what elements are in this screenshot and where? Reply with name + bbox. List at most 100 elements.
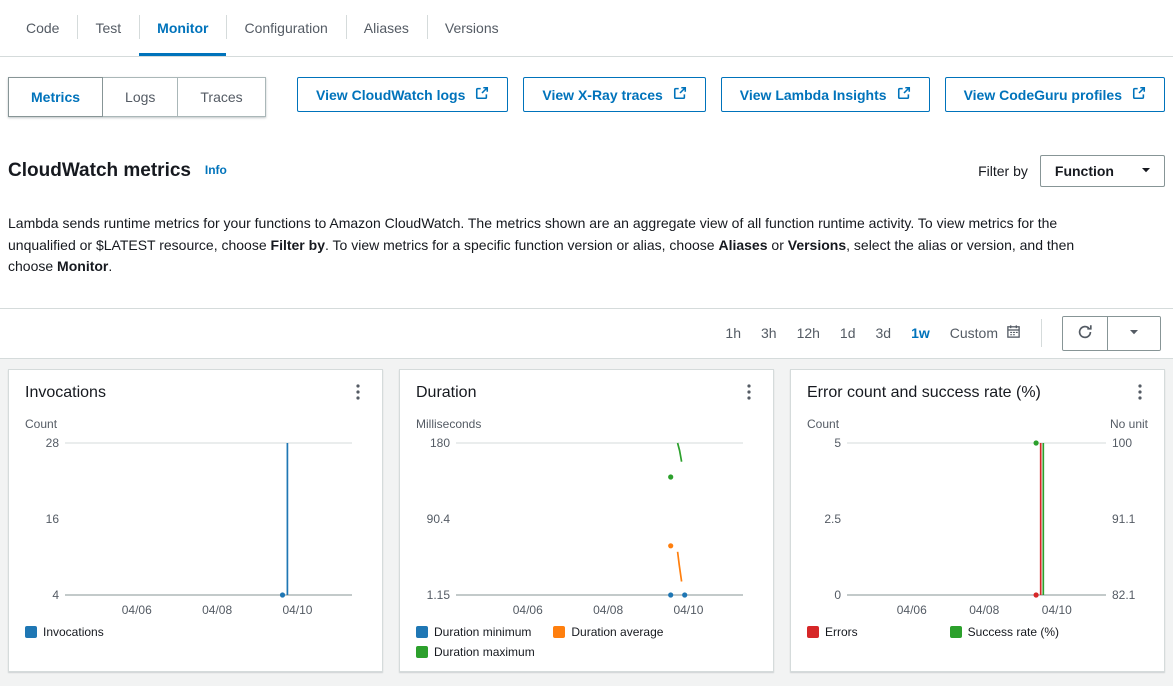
tab-versions[interactable]: Versions <box>427 0 517 56</box>
monitor-toolbar: Metrics Logs Traces View CloudWatch logs… <box>0 57 1173 141</box>
chart-svg: 18090.41.1504/0604/0804/10 <box>416 433 757 621</box>
chevron-down-icon <box>1140 163 1152 179</box>
tab-configuration[interactable]: Configuration <box>226 0 345 56</box>
duration-chart-card: Duration Milliseconds 18090.41.1504/0604… <box>399 369 774 672</box>
external-view-buttons: View CloudWatch logs View X-Ray traces V… <box>297 77 1165 112</box>
custom-range-button[interactable]: Custom <box>950 324 1021 342</box>
refresh-options-dropdown[interactable] <box>1107 317 1160 350</box>
tab-monitor[interactable]: Monitor <box>139 0 226 56</box>
vertical-ellipsis-icon <box>356 388 360 403</box>
legend-label: Invocations <box>43 625 104 639</box>
subtab-metrics[interactable]: Metrics <box>8 77 103 117</box>
cloudwatch-metrics-header: CloudWatch metrics Info Filter by Functi… <box>0 141 1173 189</box>
svg-text:04/10: 04/10 <box>1042 603 1072 617</box>
calendar-icon <box>1006 324 1021 342</box>
svg-text:180: 180 <box>430 436 450 450</box>
legend-label: Duration average <box>571 625 663 639</box>
y-axis-unit-label: Milliseconds <box>416 417 481 431</box>
chart-legend: Invocations <box>25 625 366 639</box>
legend-item: Duration minimum <box>416 625 531 639</box>
filter-value: Function <box>1055 163 1114 179</box>
y-axis-unit-label-right: No unit <box>1110 417 1148 431</box>
svg-text:04/10: 04/10 <box>673 603 703 617</box>
subtab-logs[interactable]: Logs <box>102 77 178 117</box>
refresh-icon <box>1077 324 1093 343</box>
function-filter-dropdown[interactable]: Function <box>1040 155 1165 187</box>
description-bold: Aliases <box>718 237 767 253</box>
card-menu-button[interactable] <box>350 382 366 405</box>
svg-text:04/08: 04/08 <box>969 603 999 617</box>
view-codeguru-profiles-button[interactable]: View CodeGuru profiles <box>945 77 1165 112</box>
svg-text:16: 16 <box>46 512 60 526</box>
svg-text:04/08: 04/08 <box>202 603 232 617</box>
legend-item: Errors <box>807 625 858 639</box>
view-cloudwatch-logs-label: View CloudWatch logs <box>316 87 465 103</box>
description-text: . <box>108 258 112 274</box>
external-link-icon <box>1132 86 1146 103</box>
legend-label: Success rate (%) <box>968 625 1059 639</box>
tab-code[interactable]: Code <box>8 0 77 56</box>
y-axis-unit-label: Count <box>25 417 57 431</box>
charts-section: Invocations Count 28 16 4 04/06 04/08 04/10 I… <box>0 359 1173 686</box>
view-cloudwatch-logs-button[interactable]: View CloudWatch logs <box>297 77 508 112</box>
y-axis-unit-label: Count <box>807 417 839 431</box>
svg-text:04/08: 04/08 <box>593 603 623 617</box>
chevron-down-icon <box>1128 326 1140 341</box>
svg-text:0: 0 <box>834 588 841 602</box>
tab-aliases[interactable]: Aliases <box>346 0 427 56</box>
chart-svg: 2816404/0604/0804/10 <box>25 433 366 621</box>
svg-text:82.1: 82.1 <box>1112 588 1136 602</box>
svg-text:4: 4 <box>52 588 59 602</box>
invocations-chart-card: Invocations Count 2816404/0604/0804/10 I… <box>8 369 383 672</box>
function-tabs: Code Test Monitor Configuration Aliases … <box>0 0 1173 57</box>
chart-legend: Errors Success rate (%) <box>807 625 1148 639</box>
time-range-1h[interactable]: 1h <box>725 325 741 341</box>
view-lambda-insights-label: View Lambda Insights <box>740 87 887 103</box>
toolbar-divider <box>1041 319 1042 347</box>
legend-label: Duration minimum <box>434 625 531 639</box>
chart-svg: 52.5010091.182.104/0604/0804/10 <box>807 433 1148 621</box>
info-link[interactable]: Info <box>205 163 227 177</box>
legend-item: Duration maximum <box>416 645 535 659</box>
view-xray-traces-button[interactable]: View X-Ray traces <box>523 77 705 112</box>
svg-text:1.15: 1.15 <box>427 588 451 602</box>
description-text: or <box>768 237 788 253</box>
time-range-1w[interactable]: 1w <box>911 325 930 341</box>
chart-legend: Duration minimum Duration average Duration… <box>416 625 757 659</box>
cloudwatch-metrics-title: CloudWatch metrics <box>8 160 191 181</box>
invocations-plot: 2816404/0604/0804/10 <box>25 433 366 621</box>
filter-by-label: Filter by <box>978 163 1028 179</box>
description-bold: Monitor <box>57 258 108 274</box>
error-success-plot: 52.5010091.182.104/0604/0804/10 <box>807 433 1148 621</box>
card-menu-button[interactable] <box>741 382 757 405</box>
subtab-traces[interactable]: Traces <box>177 77 265 117</box>
svg-text:91.1: 91.1 <box>1112 512 1136 526</box>
time-range-3h[interactable]: 3h <box>761 325 777 341</box>
time-range-bar: 1h 3h 12h 1d 3d 1w Custom <box>0 308 1173 359</box>
svg-text:04/06: 04/06 <box>122 603 152 617</box>
refresh-button[interactable] <box>1063 317 1107 350</box>
view-codeguru-profiles-label: View CodeGuru profiles <box>964 87 1122 103</box>
description-bold: Filter by <box>271 237 325 253</box>
external-link-icon <box>673 86 687 103</box>
chart-title: Invocations <box>25 384 106 402</box>
error-success-chart-card: Error count and success rate (%) Count N… <box>790 369 1165 672</box>
tab-test[interactable]: Test <box>77 0 139 56</box>
svg-text:2.5: 2.5 <box>824 512 841 526</box>
svg-text:28: 28 <box>46 436 60 450</box>
time-range-12h[interactable]: 12h <box>797 325 820 341</box>
view-lambda-insights-button[interactable]: View Lambda Insights <box>721 77 930 112</box>
chart-title: Error count and success rate (%) <box>807 384 1041 402</box>
card-menu-button[interactable] <box>1132 382 1148 405</box>
legend-item: Duration average <box>553 625 663 639</box>
vertical-ellipsis-icon <box>1138 388 1142 403</box>
duration-plot: 18090.41.1504/0604/0804/10 <box>416 433 757 621</box>
custom-range-label: Custom <box>950 325 998 341</box>
refresh-button-group <box>1062 316 1161 351</box>
vertical-ellipsis-icon <box>747 388 751 403</box>
metrics-description: Lambda sends runtime metrics for your fu… <box>0 203 1125 294</box>
legend-item: Invocations <box>25 625 104 639</box>
time-range-1d[interactable]: 1d <box>840 325 856 341</box>
time-range-3d[interactable]: 3d <box>876 325 892 341</box>
legend-item: Success rate (%) <box>950 625 1059 639</box>
